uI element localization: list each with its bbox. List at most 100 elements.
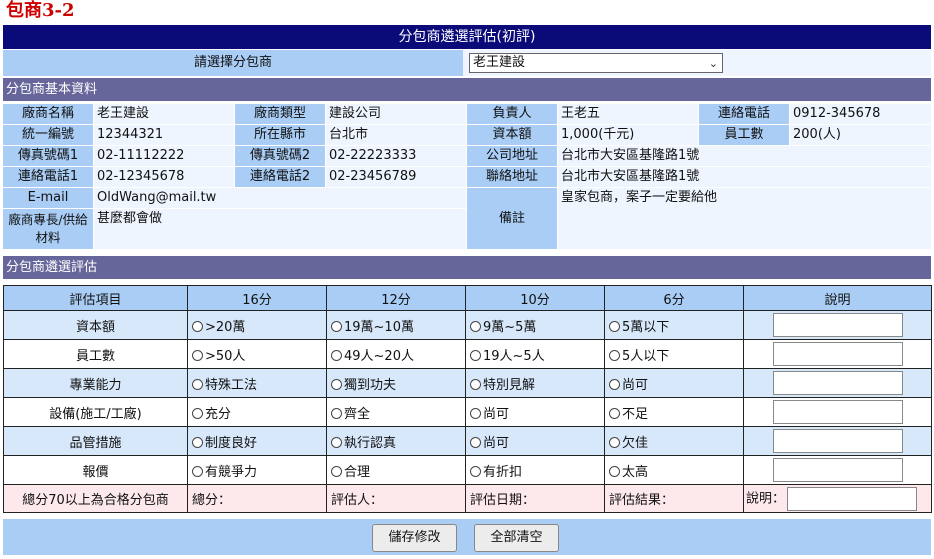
radio-icon: [192, 436, 203, 448]
subcontractor-select[interactable]: 老王建設 ⌄: [469, 53, 723, 73]
note-input[interactable]: [772, 400, 903, 424]
subcontractor-selector-row: 請選擇分包商 老王建設 ⌄: [3, 50, 931, 76]
table-row: 品管措施 制度良好 執行認真 尚可 欠佳: [3, 426, 932, 456]
table-row: 資本額 >20萬 19萬~10萬 9萬~5萬 5萬以下: [3, 310, 932, 340]
staff-label: 員工數: [699, 125, 789, 145]
header-16: 16分: [187, 285, 327, 311]
note-input[interactable]: [772, 313, 903, 337]
table-row: 專業能力 特殊工法 獨到功夫 特別見解 尚可: [3, 368, 932, 398]
evaluation-section-title: 分包商遴選評估: [3, 256, 931, 279]
tel2-label: 連絡電話2: [235, 167, 325, 187]
radio-icon: [192, 320, 203, 332]
radio-option[interactable]: 合理: [326, 455, 466, 485]
tax-id-value: 12344321: [94, 125, 234, 145]
radio-option[interactable]: 有折扣: [465, 455, 605, 485]
fax1-label: 傳真號碼1: [3, 146, 93, 166]
radio-option[interactable]: 太高: [604, 455, 744, 485]
tel1-label: 連絡電話1: [3, 167, 93, 187]
radio-option[interactable]: 不足: [604, 397, 744, 427]
radio-option[interactable]: >20萬: [187, 310, 327, 340]
radio-option[interactable]: 執行認真: [326, 426, 466, 456]
tel1-value: 02-12345678: [94, 167, 234, 187]
radio-icon: [331, 436, 342, 448]
row-item: 專業能力: [3, 368, 188, 398]
row-item: 報價: [3, 455, 188, 485]
vendor-type-value: 建設公司: [326, 104, 466, 124]
radio-icon: [331, 320, 342, 332]
radio-icon: [470, 407, 481, 419]
note-input[interactable]: [772, 371, 903, 395]
radio-option[interactable]: 獨到功夫: [326, 368, 466, 398]
fax2-label: 傳真號碼2: [235, 146, 325, 166]
note-input[interactable]: [772, 458, 903, 482]
radio-icon: [609, 378, 620, 390]
radio-icon: [470, 436, 481, 448]
radio-option[interactable]: 欠佳: [604, 426, 744, 456]
radio-icon: [470, 349, 481, 361]
radio-option[interactable]: 19人~5人: [465, 339, 605, 369]
table-row: 員工數 >50人 49人~20人 19人~5人 5人以下: [3, 339, 932, 369]
vendor-type-label: 廠商類型: [235, 104, 325, 124]
radio-icon: [192, 349, 203, 361]
radio-icon: [331, 378, 342, 390]
subcontractor-select-value: 老王建設: [473, 55, 526, 70]
clear-all-button[interactable]: 全部清空: [474, 524, 559, 552]
remark-label: 備註: [467, 188, 557, 249]
radio-option[interactable]: 充分: [187, 397, 327, 427]
email-label: E-mail: [3, 188, 93, 208]
specialty-value: 甚麼都會做: [94, 209, 466, 249]
radio-option[interactable]: 尚可: [465, 426, 605, 456]
staff-value: 200(人): [790, 125, 931, 145]
row-item: 品管措施: [3, 426, 188, 456]
owner-label: 負責人: [467, 104, 557, 124]
radio-option[interactable]: 有競爭力: [187, 455, 327, 485]
county-label: 所在縣市: [235, 125, 325, 145]
basic-info-section-title: 分包商基本資料: [3, 78, 931, 101]
owner-value: 王老五: [558, 104, 698, 124]
row-item: 設備(施工/工廠): [3, 397, 188, 427]
company-address-label: 公司地址: [467, 146, 557, 166]
fax2-value: 02-22223333: [326, 146, 466, 166]
remark-value: 皇家包商，案子一定要給他: [558, 188, 931, 249]
radio-option[interactable]: 5人以下: [604, 339, 744, 369]
radio-option[interactable]: >50人: [187, 339, 327, 369]
radio-icon: [331, 407, 342, 419]
county-value: 台北市: [326, 125, 466, 145]
radio-icon: [192, 378, 203, 390]
vendor-name-label: 廠商名稱: [3, 104, 93, 124]
note-input[interactable]: [772, 342, 903, 366]
radio-option[interactable]: 9萬~5萬: [465, 310, 605, 340]
radio-option[interactable]: 尚可: [465, 397, 605, 427]
eval-date-label: 評估日期：: [465, 484, 605, 513]
phone-label: 連絡電話: [699, 104, 789, 124]
evaluator-label: 評估人：: [326, 484, 466, 513]
table-row: 報價 有競爭力 合理 有折扣 太高: [3, 455, 932, 485]
radio-icon: [609, 320, 620, 332]
radio-option[interactable]: 特別見解: [465, 368, 605, 398]
save-button[interactable]: 儲存修改: [372, 524, 457, 552]
radio-option[interactable]: 制度良好: [187, 426, 327, 456]
summary-note-label: 說明：: [746, 491, 786, 506]
form-banner: 分包商遴選評估(初評): [3, 25, 931, 49]
evaluation-header-row: 評估項目 16分 12分 10分 6分 說明: [3, 285, 932, 311]
capital-value: 1,000(千元): [558, 125, 698, 145]
radio-icon: [192, 465, 203, 477]
radio-option[interactable]: 19萬~10萬: [326, 310, 466, 340]
summary-note-input[interactable]: [787, 486, 918, 511]
total-score-label: 總分：: [187, 484, 327, 513]
specialty-label: 廠商專長/供給材料: [3, 209, 93, 249]
radio-option[interactable]: 5萬以下: [604, 310, 744, 340]
note-input[interactable]: [772, 429, 903, 453]
radio-option[interactable]: 尚可: [604, 368, 744, 398]
eval-result-label: 評估結果：: [604, 484, 744, 513]
vendor-name-value: 老王建設: [94, 104, 234, 124]
summary-row: 總分70以上為合格分包商 總分： 評估人： 評估日期： 評估結果： 說明：: [3, 484, 932, 513]
radio-option[interactable]: 特殊工法: [187, 368, 327, 398]
header-12: 12分: [326, 285, 466, 311]
chevron-down-icon: ⌄: [708, 57, 718, 70]
header-6: 6分: [604, 285, 744, 311]
radio-option[interactable]: 49人~20人: [326, 339, 466, 369]
phone-value: 0912-345678: [790, 104, 931, 124]
radio-icon: [470, 465, 481, 477]
radio-option[interactable]: 齊全: [326, 397, 466, 427]
